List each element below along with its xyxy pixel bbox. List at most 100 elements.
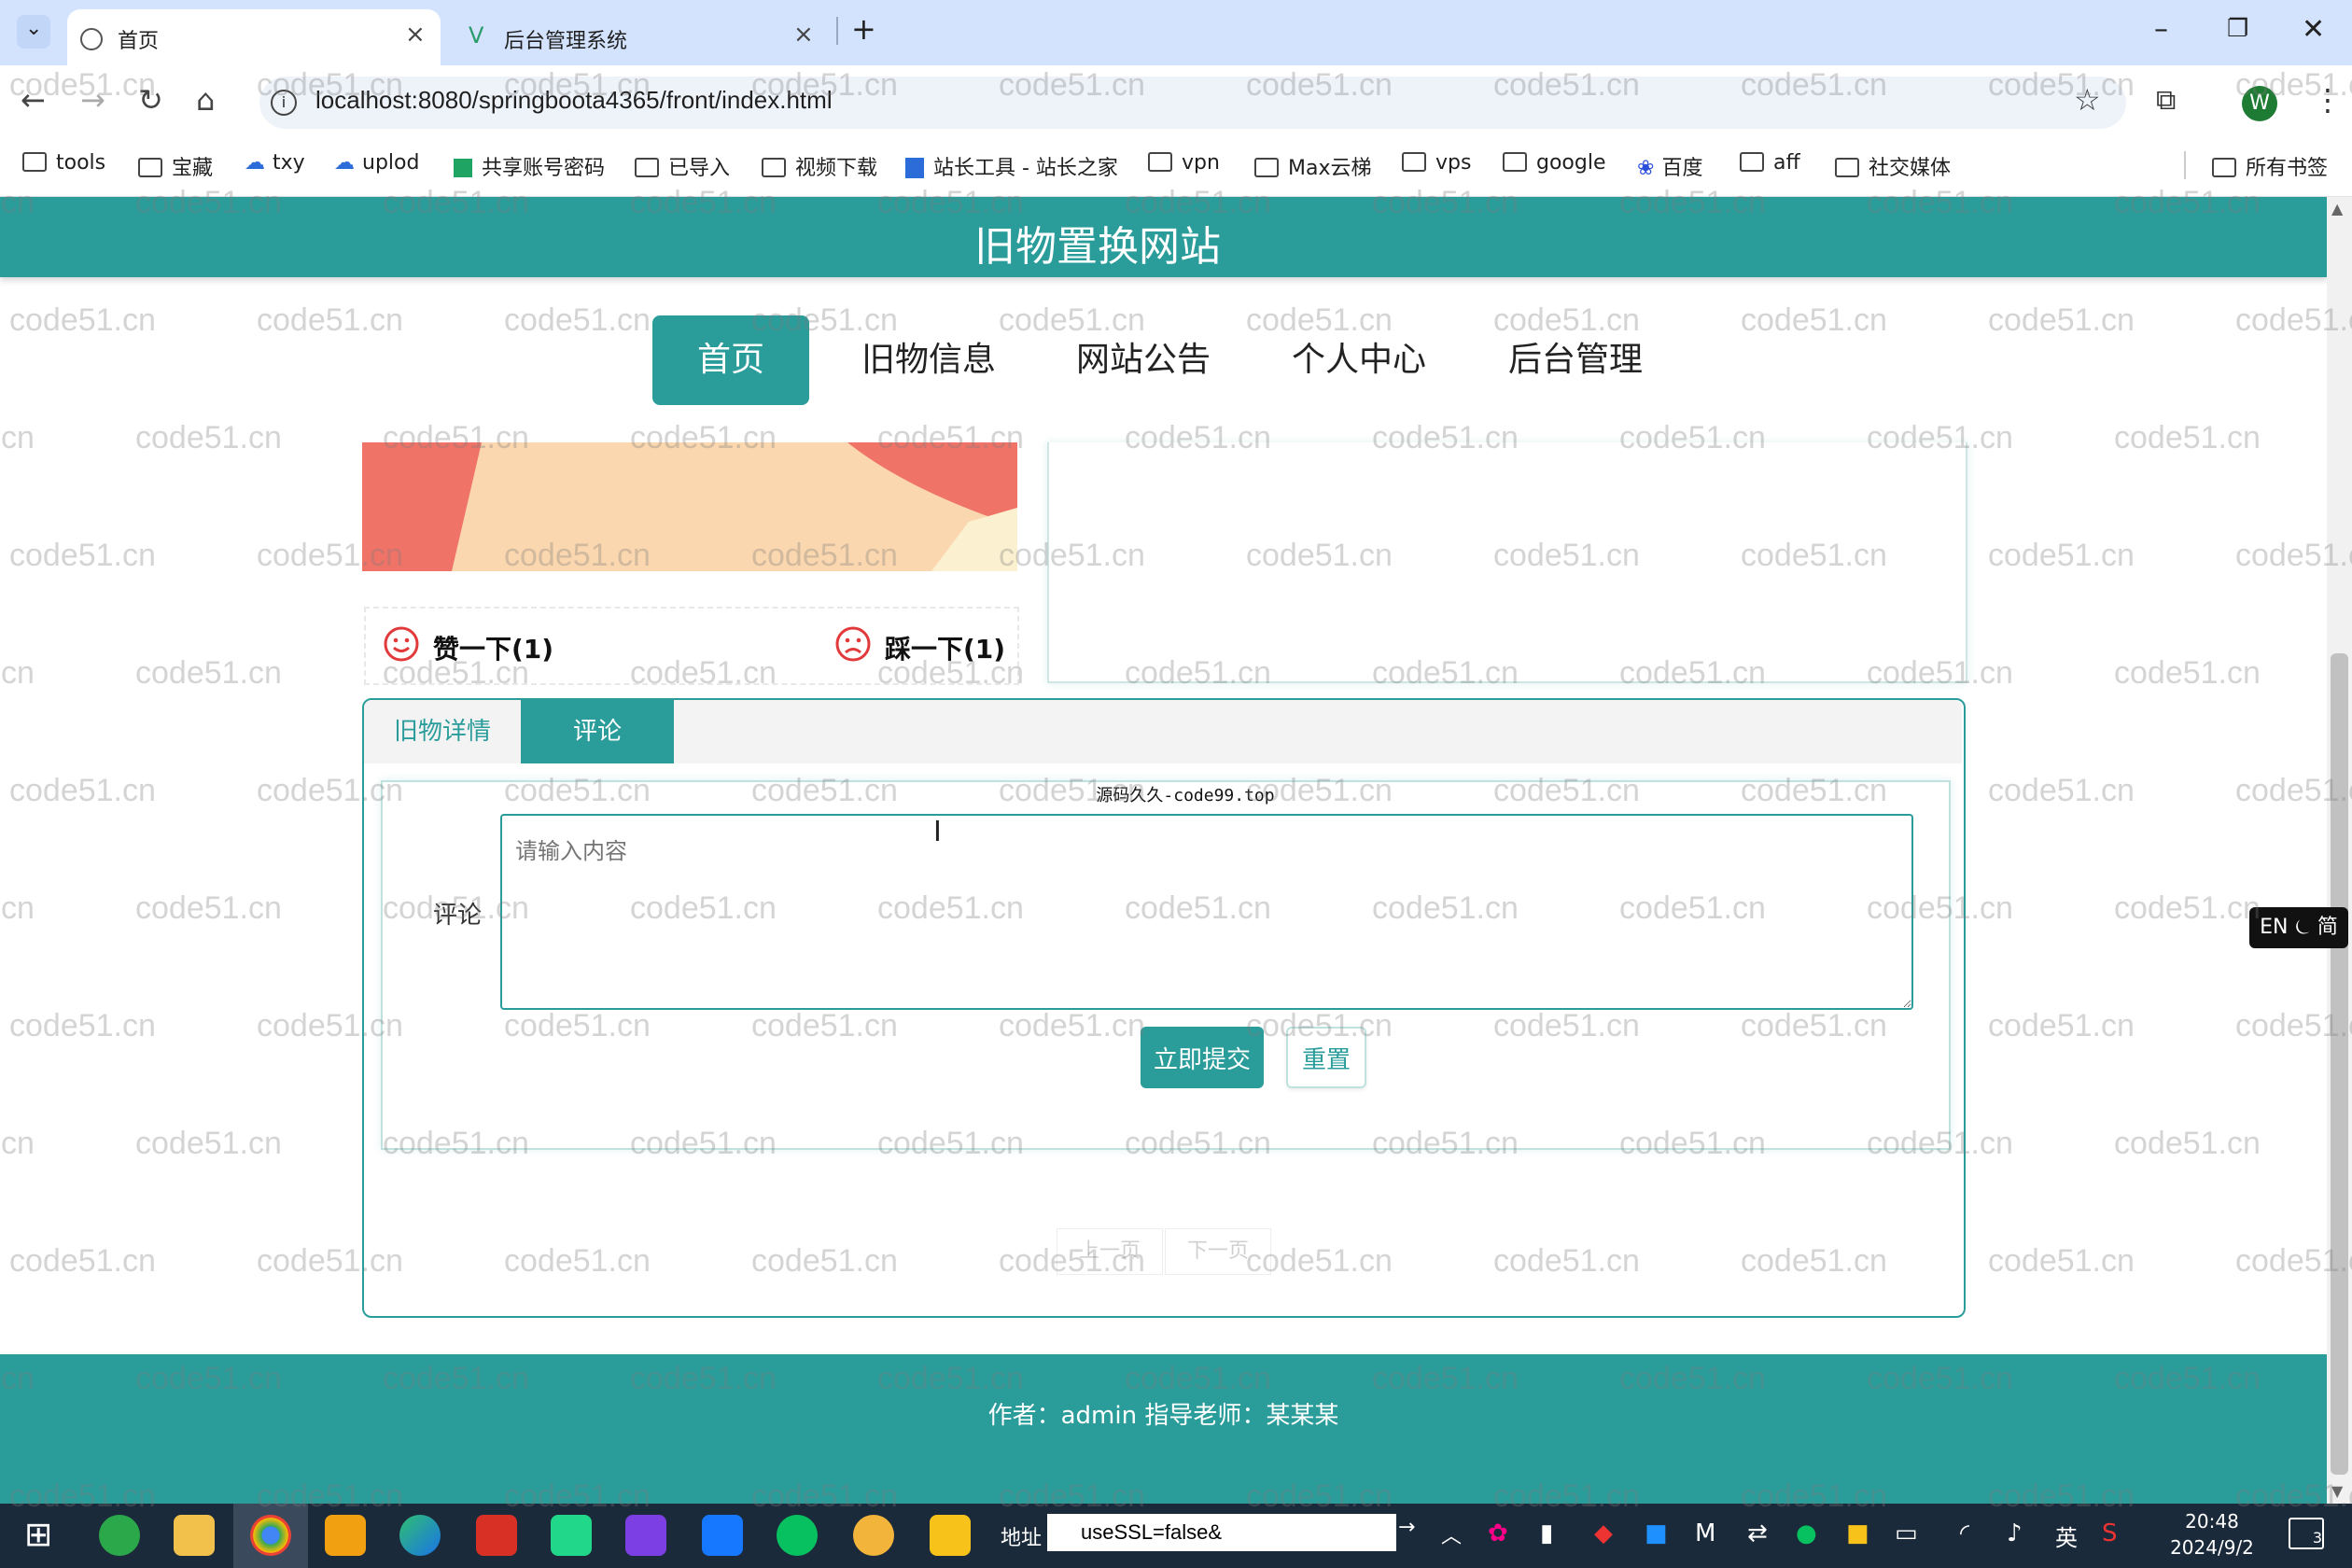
all-bookmarks[interactable]: 所有书签 — [2212, 151, 2328, 181]
nav-admin[interactable]: 后台管理 — [1495, 315, 1656, 405]
bookmark-label: Max云梯 — [1288, 157, 1372, 180]
nav-announcements[interactable]: 网站公告 — [1064, 315, 1223, 405]
tray-app-icon[interactable]: ▮ — [1540, 1519, 1553, 1547]
back-arrow-icon[interactable]: ← — [21, 82, 46, 118]
bookmark-item[interactable]: google — [1503, 151, 1606, 175]
bookmark-item[interactable]: 宝藏 — [138, 151, 213, 181]
clock-time: 20:48 — [2185, 1510, 2239, 1533]
browser-360-icon[interactable] — [99, 1515, 140, 1556]
next-page-button[interactable]: 下一页 — [1165, 1228, 1271, 1275]
home-icon[interactable]: ⌂ — [196, 82, 215, 118]
site-info-icon[interactable]: i — [271, 90, 297, 116]
watermark-text: code51.cn — [9, 1243, 156, 1279]
scrollbar-thumb[interactable] — [2331, 653, 2348, 1475]
tray-app-icon[interactable]: M — [1695, 1519, 1715, 1547]
frown-icon[interactable] — [834, 625, 872, 663]
cloud-icon: ☁ — [245, 151, 265, 175]
battery-icon[interactable]: ▭ — [1895, 1519, 1918, 1547]
edge-icon[interactable] — [399, 1515, 441, 1556]
star-icon[interactable]: ☆ — [2074, 82, 2101, 118]
sogou-icon[interactable]: S — [2102, 1519, 2118, 1547]
bookmark-item[interactable]: 已导入 — [635, 151, 730, 181]
tab-item-details[interactable]: 旧物详情 — [364, 700, 521, 763]
menu-icon[interactable]: ⋮ — [2313, 82, 2343, 118]
folder-icon — [762, 158, 786, 177]
wps-icon[interactable] — [476, 1515, 517, 1556]
bookmark-item[interactable]: 社交媒体 — [1835, 151, 1951, 181]
windows-start-icon[interactable]: ⊞ — [24, 1516, 52, 1554]
close-icon[interactable]: × — [793, 21, 814, 49]
tab-search-button[interactable]: ⌄ — [17, 15, 50, 49]
bookmark-item[interactable]: ☁ txy — [245, 151, 305, 175]
sublime-text-icon[interactable] — [325, 1515, 366, 1556]
dingtalk-icon[interactable] — [702, 1515, 743, 1556]
scroll-up-arrow-icon[interactable]: ▲ — [2331, 200, 2343, 217]
like-label[interactable]: 赞一下(1) — [433, 629, 553, 666]
notification-icon[interactable]: 3 — [2289, 1518, 2324, 1549]
bookmark-label: tools — [56, 151, 106, 175]
taskbar-clock[interactable]: 20:48 2024/9/2 — [2147, 1508, 2277, 1561]
wechat-tray-icon[interactable]: ● — [1796, 1519, 1817, 1547]
tray-app-icon[interactable]: ■ — [1645, 1519, 1668, 1547]
prev-page-button[interactable]: 上一页 — [1057, 1228, 1163, 1275]
bookmark-label: aff — [1773, 151, 1800, 175]
reset-button[interactable]: 重置 — [1286, 1027, 1366, 1088]
chrome-icon[interactable] — [250, 1515, 291, 1556]
comment-input[interactable] — [500, 814, 1913, 1010]
tray-expand-icon[interactable]: ︿ — [1441, 1519, 1462, 1549]
smile-icon[interactable] — [383, 625, 420, 663]
bookmark-item[interactable]: Max云梯 — [1254, 151, 1371, 181]
close-icon[interactable]: × — [405, 21, 426, 49]
go-arrow-icon[interactable]: → — [1398, 1516, 1415, 1539]
scroll-down-arrow-icon[interactable]: ▼ — [2331, 1482, 2343, 1500]
file-explorer-icon[interactable] — [174, 1515, 215, 1556]
taskbar-address-input[interactable] — [1047, 1514, 1396, 1551]
restore-icon[interactable]: ❐ — [2227, 15, 2248, 43]
ime-indicator[interactable]: EN ⏾ 简 — [2249, 907, 2348, 948]
bookmark-item[interactable]: 站长工具 - 站长之家 — [905, 151, 1118, 181]
baidu-paw-icon: ❀ — [1637, 157, 1655, 180]
tab-admin[interactable]: V 后台管理系统 × — [448, 9, 831, 65]
clock-date: 2024/9/2 — [2170, 1536, 2254, 1559]
nav-home[interactable]: 首页 — [652, 315, 809, 405]
submit-button[interactable]: 立即提交 — [1141, 1027, 1264, 1088]
intellij-icon[interactable] — [625, 1515, 666, 1556]
bookmark-item[interactable]: ❀ 百度 — [1637, 151, 1702, 181]
url-text[interactable]: localhost:8080/springboota4365/front/ind… — [315, 86, 833, 115]
tray-app-icon[interactable]: ⇄ — [1747, 1519, 1768, 1547]
bookmark-item[interactable]: tools — [22, 151, 105, 175]
reload-icon[interactable]: ↻ — [138, 82, 163, 118]
volume-icon[interactable]: ♪ — [2007, 1519, 2023, 1547]
tab-comments[interactable]: 评论 — [521, 700, 674, 763]
nav-personal-center[interactable]: 个人中心 — [1279, 315, 1439, 405]
nav-items-info[interactable]: 旧物信息 — [849, 315, 1008, 405]
pycharm-icon[interactable] — [551, 1515, 592, 1556]
cloud-icon: ☁ — [334, 151, 355, 175]
dislike-label[interactable]: 踩一下(1) — [885, 629, 1005, 666]
app-icon[interactable] — [930, 1515, 971, 1556]
tray-app-icon[interactable]: ✿ — [1488, 1519, 1508, 1547]
wifi-icon[interactable]: ◜ — [1960, 1519, 1969, 1547]
item-info-box — [1047, 442, 1967, 683]
forward-arrow-icon[interactable]: → — [80, 82, 105, 118]
input-lang-indicator[interactable]: 英 — [2055, 1519, 2078, 1552]
bookmark-item[interactable]: ☁ uplod — [334, 151, 419, 175]
watermark-text: code51.cn — [1988, 1008, 2135, 1043]
app-icon[interactable] — [853, 1515, 894, 1556]
tray-app-icon[interactable]: ◆ — [1594, 1519, 1613, 1547]
close-window-icon[interactable]: ✕ — [2302, 13, 2325, 46]
minimize-icon[interactable]: – — [2154, 13, 2168, 46]
profile-avatar[interactable]: W — [2242, 86, 2277, 121]
extensions-icon[interactable]: ⧉ — [2156, 84, 2176, 117]
bookmark-item[interactable]: vps — [1402, 151, 1471, 175]
bookmark-item[interactable]: 共享账号密码 — [454, 151, 605, 181]
bookmark-label: vps — [1435, 151, 1472, 175]
wechat-icon[interactable] — [777, 1515, 818, 1556]
tab-home[interactable]: 首页 × — [67, 9, 441, 65]
folder-icon — [1402, 152, 1426, 172]
bookmark-item[interactable]: aff — [1740, 151, 1800, 175]
bookmark-item[interactable]: 视频下载 — [762, 151, 877, 181]
tray-app-icon[interactable]: ■ — [1846, 1519, 1869, 1547]
bookmark-item[interactable]: vpn — [1148, 151, 1220, 175]
new-tab-button[interactable]: + — [851, 11, 876, 47]
